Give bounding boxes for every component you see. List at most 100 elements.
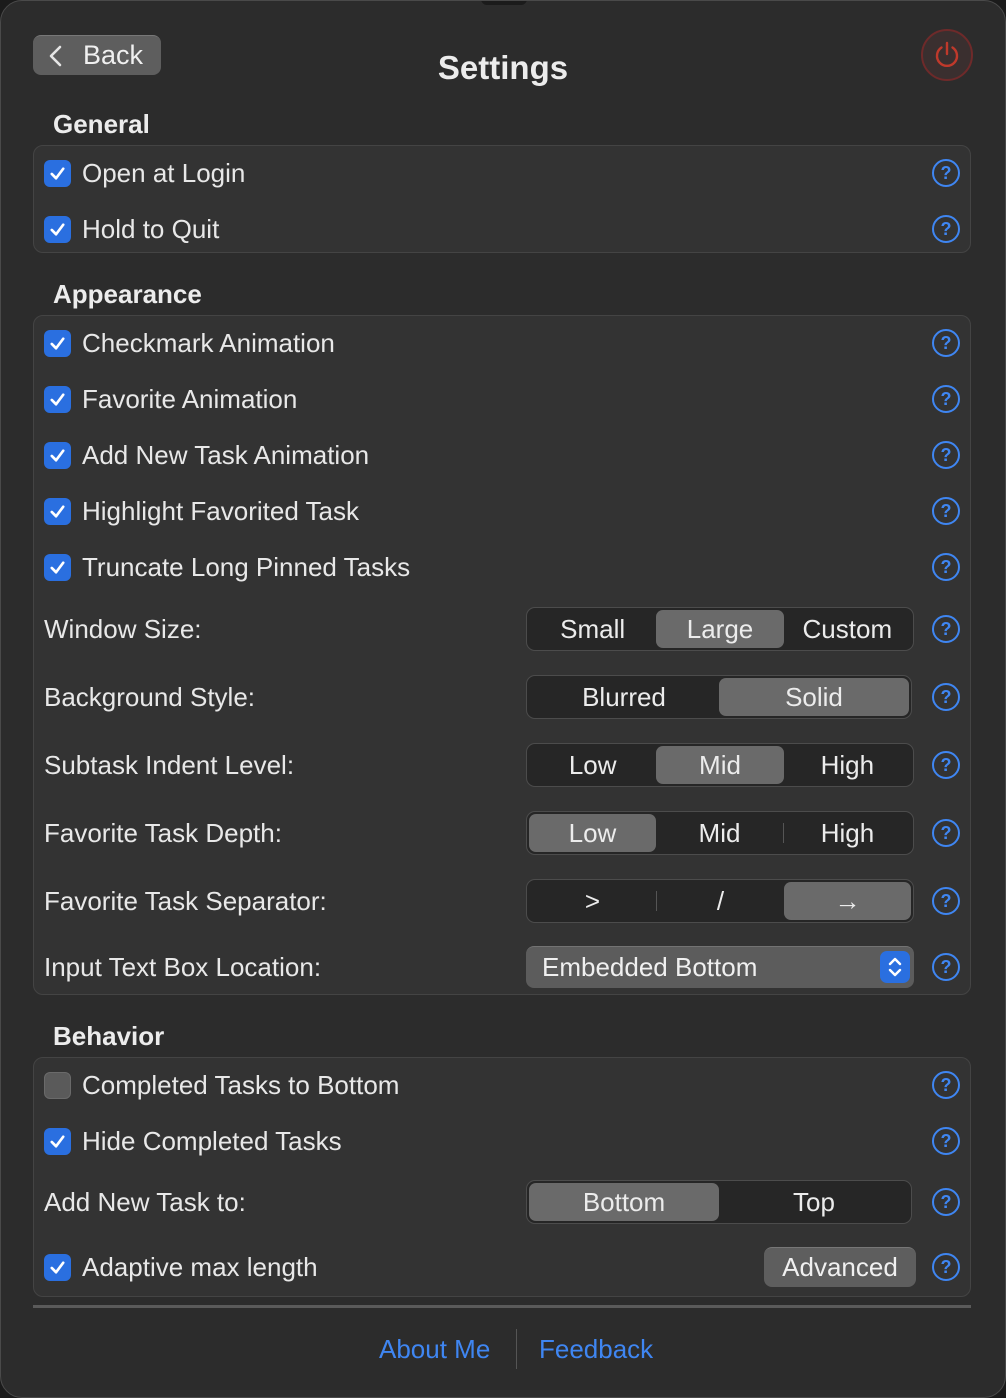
favorite-separator-option-gt[interactable]: > [529, 882, 656, 920]
help-icon[interactable]: ? [932, 159, 960, 187]
help-icon[interactable]: ? [932, 553, 960, 581]
help-icon[interactable]: ? [932, 385, 960, 413]
help-icon[interactable]: ? [932, 751, 960, 779]
add-new-task-segmented-control: Bottom Top [526, 1180, 912, 1224]
help-icon[interactable]: ? [932, 497, 960, 525]
window-size-option-small[interactable]: Small [529, 610, 656, 648]
appearance-group: Checkmark Animation ? Favorite Animation… [33, 315, 971, 995]
input-text-box-location-label: Input Text Box Location: [44, 951, 322, 982]
favorite-depth-option-mid[interactable]: Mid [656, 814, 783, 852]
hold-to-quit-checkbox[interactable] [44, 215, 71, 243]
setting-row-favorite-task-depth: Favorite Task Depth: Low Mid High ? [34, 808, 970, 858]
truncate-long-pinned-tasks-checkbox[interactable] [44, 553, 71, 581]
checkmark-icon [50, 504, 65, 518]
highlight-favorited-task-checkbox[interactable] [44, 497, 71, 525]
feedback-link[interactable]: Feedback [539, 1334, 653, 1365]
favorite-separator-segmented-control: > / → [526, 879, 914, 923]
window-size-segmented-control: Small Large Custom [526, 607, 914, 651]
adaptive-max-length-label: Adaptive max length [82, 1251, 318, 1282]
setting-row-adaptive-max-length: Adaptive max length Advanced ? [34, 1242, 970, 1292]
window-size-option-large[interactable]: Large [656, 610, 784, 648]
setting-row-background-style: Background Style: Blurred Solid ? [34, 672, 970, 722]
setting-row-hold-to-quit: Hold to Quit ? [34, 204, 970, 254]
checkmark-icon [50, 1260, 65, 1274]
adaptive-max-length-checkbox[interactable] [44, 1253, 71, 1281]
setting-row-favorite-task-separator: Favorite Task Separator: > / → ? [34, 876, 970, 926]
add-new-task-animation-checkbox[interactable] [44, 441, 71, 469]
help-icon[interactable]: ? [932, 215, 960, 243]
setting-row-truncate-long-pinned-tasks: Truncate Long Pinned Tasks ? [34, 542, 970, 592]
help-icon[interactable]: ? [932, 1188, 960, 1216]
setting-row-hide-completed-tasks: Hide Completed Tasks ? [34, 1116, 970, 1166]
footer-divider [33, 1305, 971, 1308]
page-title: Settings [437, 49, 569, 86]
window-notch [481, 1, 527, 5]
setting-row-add-new-task-to: Add New Task to: Bottom Top ? [34, 1177, 970, 1227]
completed-tasks-to-bottom-label: Completed Tasks to Bottom [82, 1069, 400, 1100]
checkmark-icon [50, 1134, 65, 1148]
setting-row-subtask-indent-level: Subtask Indent Level: Low Mid High ? [34, 740, 970, 790]
background-style-option-blurred[interactable]: Blurred [529, 678, 719, 716]
setting-row-input-text-box-location: Input Text Box Location: Embedded Bottom… [34, 942, 970, 992]
setting-row-highlight-favorited-task: Highlight Favorited Task ? [34, 486, 970, 536]
checkmark-icon [50, 560, 65, 574]
power-icon [935, 41, 959, 68]
checkmark-icon [50, 222, 65, 236]
open-at-login-checkbox[interactable] [44, 159, 71, 187]
setting-row-completed-tasks-to-bottom: Completed Tasks to Bottom ? [34, 1060, 970, 1110]
subtask-indent-option-mid[interactable]: Mid [656, 746, 784, 784]
help-icon[interactable]: ? [932, 887, 960, 915]
checkmark-icon [50, 336, 65, 350]
about-me-link[interactable]: About Me [379, 1334, 490, 1365]
open-at-login-label: Open at Login [82, 157, 246, 188]
checkmark-icon [50, 166, 65, 180]
help-icon[interactable]: ? [932, 1253, 960, 1281]
checkmark-icon [50, 392, 65, 406]
favorite-separator-option-arrow[interactable]: → [784, 882, 911, 920]
window-size-label: Window Size: [44, 613, 202, 644]
subtask-indent-option-high[interactable]: High [784, 746, 911, 784]
updown-chevron-icon [880, 951, 910, 983]
background-style-label: Background Style: [44, 681, 256, 712]
favorite-animation-label: Favorite Animation [82, 383, 298, 414]
checkmark-animation-checkbox[interactable] [44, 329, 71, 357]
favorite-depth-option-low[interactable]: Low [529, 814, 656, 852]
general-group: Open at Login ? Hold to Quit ? [33, 145, 971, 253]
favorite-depth-option-high[interactable]: High [784, 814, 911, 852]
subtask-indent-option-low[interactable]: Low [529, 746, 656, 784]
subtask-indent-segmented-control: Low Mid High [526, 743, 914, 787]
help-icon[interactable]: ? [932, 953, 960, 981]
add-new-task-option-bottom[interactable]: Bottom [529, 1183, 719, 1221]
highlight-favorited-task-label: Highlight Favorited Task [82, 495, 359, 526]
subtask-indent-level-label: Subtask Indent Level: [44, 749, 295, 780]
help-icon[interactable]: ? [932, 1127, 960, 1155]
checkmark-icon [50, 448, 65, 462]
input-location-dropdown[interactable]: Embedded Bottom [526, 946, 914, 988]
power-button[interactable] [921, 29, 973, 81]
help-icon[interactable]: ? [932, 441, 960, 469]
background-style-option-solid[interactable]: Solid [719, 678, 909, 716]
setting-row-window-size: Window Size: Small Large Custom ? [34, 604, 970, 654]
hide-completed-tasks-checkbox[interactable] [44, 1127, 71, 1155]
add-new-task-animation-label: Add New Task Animation [82, 439, 370, 470]
help-icon[interactable]: ? [932, 329, 960, 357]
favorite-separator-option-slash[interactable]: / [657, 882, 784, 920]
truncate-long-pinned-tasks-label: Truncate Long Pinned Tasks [82, 551, 411, 582]
setting-row-add-new-task-animation: Add New Task Animation ? [34, 430, 970, 480]
section-heading-appearance: Appearance [53, 279, 202, 309]
setting-row-open-at-login: Open at Login ? [34, 148, 970, 198]
settings-window: Back Settings General Open at Login ? Ho… [0, 0, 1006, 1398]
completed-tasks-to-bottom-checkbox[interactable] [44, 1071, 71, 1099]
help-icon[interactable]: ? [932, 1071, 960, 1099]
favorite-depth-segmented-control: Low Mid High [526, 811, 914, 855]
setting-row-favorite-animation: Favorite Animation ? [34, 374, 970, 424]
favorite-animation-checkbox[interactable] [44, 385, 71, 413]
favorite-task-separator-label: Favorite Task Separator: [44, 885, 327, 916]
advanced-button[interactable]: Advanced [764, 1247, 916, 1287]
help-icon[interactable]: ? [932, 683, 960, 711]
add-new-task-option-top[interactable]: Top [719, 1183, 909, 1221]
help-icon[interactable]: ? [932, 615, 960, 643]
window-size-option-custom[interactable]: Custom [784, 610, 911, 648]
help-icon[interactable]: ? [932, 819, 960, 847]
hide-completed-tasks-label: Hide Completed Tasks [82, 1125, 342, 1156]
